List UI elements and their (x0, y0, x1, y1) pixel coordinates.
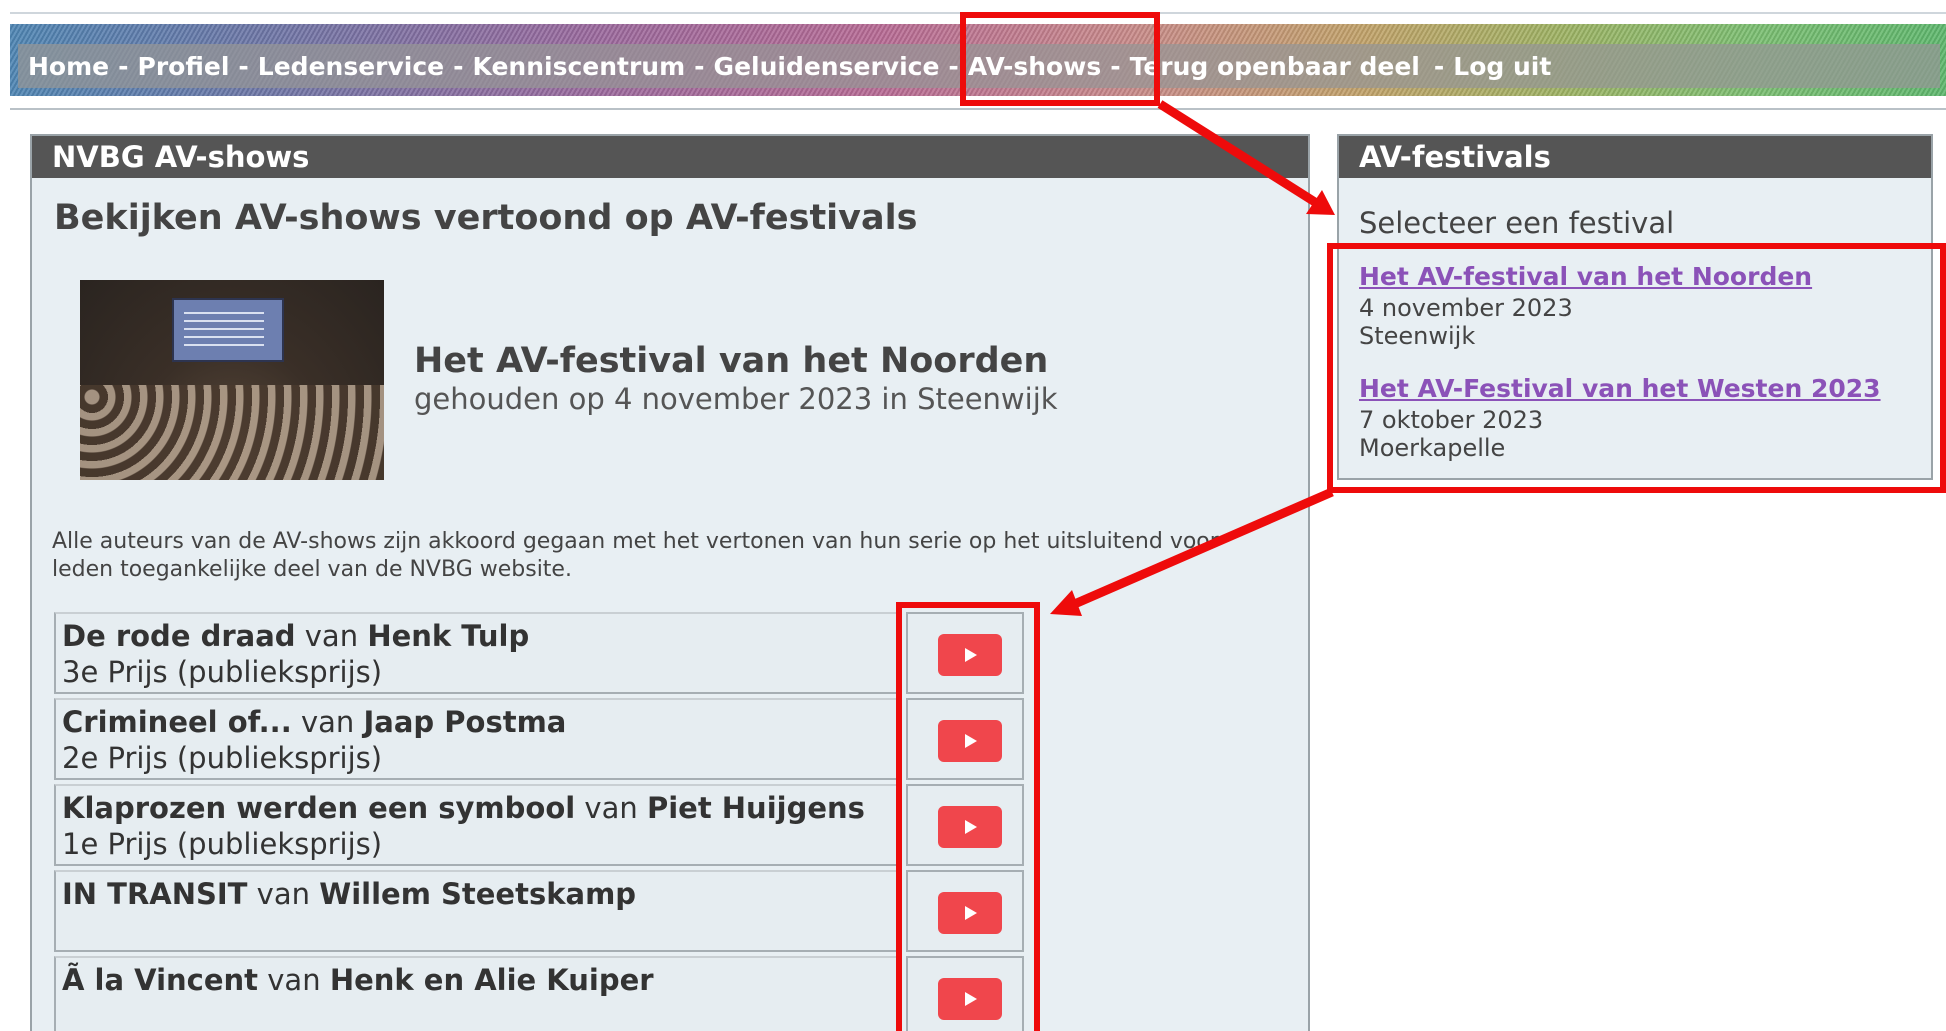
annotation-box-festivals (1327, 243, 1946, 493)
show-title: Ã la Vincent (62, 963, 259, 997)
show-title: IN TRANSIT (62, 877, 248, 911)
panel-title: NVBG AV-shows (32, 136, 1308, 178)
show-heading: IN TRANSIT van Willem Steetskamp (62, 876, 894, 912)
show-title: De rode draad (62, 619, 296, 653)
page-title: Bekijken AV-shows vertoond op AV-festiva… (54, 198, 918, 238)
nav-home-link[interactable]: Home (28, 52, 109, 81)
show-info-cell: Ã la Vincent van Henk en Alie Kuiper (54, 956, 902, 1031)
show-author: Henk Tulp (367, 619, 530, 653)
nav-separator: - (948, 51, 959, 81)
show-by: van (267, 963, 321, 997)
show-info-cell: Klaprozen werden een symbool van Piet Hu… (54, 784, 902, 866)
festival-select-prompt: Selecteer een festival (1359, 206, 1675, 240)
av-shows-panel: NVBG AV-shows Bekijken AV-shows vertoond… (30, 134, 1310, 1031)
annotation-arrowhead (1306, 190, 1335, 215)
main-navigation: Home - Profiel - Ledenservice - Kennisce… (28, 46, 1551, 86)
festival-photo (80, 280, 384, 480)
annotation-box-play-buttons (896, 602, 1040, 1031)
show-author: Piet Huijgens (646, 791, 865, 825)
show-by: van (304, 619, 359, 653)
nav-profiel-link[interactable]: Profiel (138, 52, 230, 81)
nav-separator: - (238, 51, 249, 81)
show-prize: 3e Prijs (publieksprijs) (62, 655, 383, 689)
show-heading: De rode draad van Henk Tulp (62, 618, 894, 654)
show-by: van (256, 877, 310, 911)
show-title: Klaprozen werden een symbool (62, 791, 576, 825)
nav-separator: - (694, 51, 705, 81)
show-prize: 1e Prijs (publieksprijs) (62, 827, 383, 861)
show-info-cell: De rode draad van Henk Tulp 3e Prijs (pu… (54, 612, 902, 694)
show-row: Ã la Vincent van Henk en Alie Kuiper (54, 956, 1034, 1031)
show-by: van (584, 791, 638, 825)
show-author: Willem Steetskamp (319, 877, 637, 911)
show-row: IN TRANSIT van Willem Steetskamp (54, 870, 1034, 956)
nav-separator: - (453, 51, 464, 81)
festival-title: Het AV-festival van het Noorden (414, 341, 1049, 381)
nav-terug-openbaar-deel-link[interactable]: Terug openbaar deel (1130, 52, 1420, 81)
projection-screen-image (172, 298, 284, 362)
show-author: Henk en Alie Kuiper (329, 963, 654, 997)
show-prize: 2e Prijs (publieksprijs) (62, 741, 383, 775)
show-heading: Crimineel of... van Jaap Postma (62, 704, 894, 740)
show-author: Jaap Postma (363, 705, 567, 739)
show-row: De rode draad van Henk Tulp 3e Prijs (pu… (54, 612, 1034, 698)
nav-ledenservice-link[interactable]: Ledenservice (258, 52, 444, 81)
annotation-box-nav (960, 12, 1160, 106)
nav-geluidenservice-link[interactable]: Geluidenservice (714, 52, 940, 81)
show-row: Klaprozen werden een symbool van Piet Hu… (54, 784, 1034, 870)
show-by: van (300, 705, 355, 739)
nav-separator: - (118, 51, 129, 81)
authors-notice: Alle auteurs van de AV-shows zijn akkoor… (52, 529, 1219, 582)
audience-image (80, 385, 384, 480)
show-title: Crimineel of... (62, 705, 292, 739)
side-panel-title: AV-festivals (1339, 136, 1931, 178)
nav-kenniscentrum-link[interactable]: Kenniscentrum (473, 52, 686, 81)
show-row: Crimineel of... van Jaap Postma 2e Prijs… (54, 698, 1034, 784)
festival-subtitle: gehouden op 4 november 2023 in Steenwijk (414, 382, 1058, 416)
show-heading: Ã la Vincent van Henk en Alie Kuiper (62, 962, 894, 998)
nav-separator: - (1433, 51, 1445, 81)
show-list: De rode draad van Henk Tulp 3e Prijs (pu… (54, 612, 1034, 1031)
show-heading: Klaprozen werden een symbool van Piet Hu… (62, 790, 894, 826)
nav-bottom-divider (10, 108, 1946, 110)
show-info-cell: Crimineel of... van Jaap Postma 2e Prijs… (54, 698, 902, 780)
show-info-cell: IN TRANSIT van Willem Steetskamp (54, 870, 902, 952)
nav-log-uit-link[interactable]: Log uit (1453, 52, 1551, 81)
